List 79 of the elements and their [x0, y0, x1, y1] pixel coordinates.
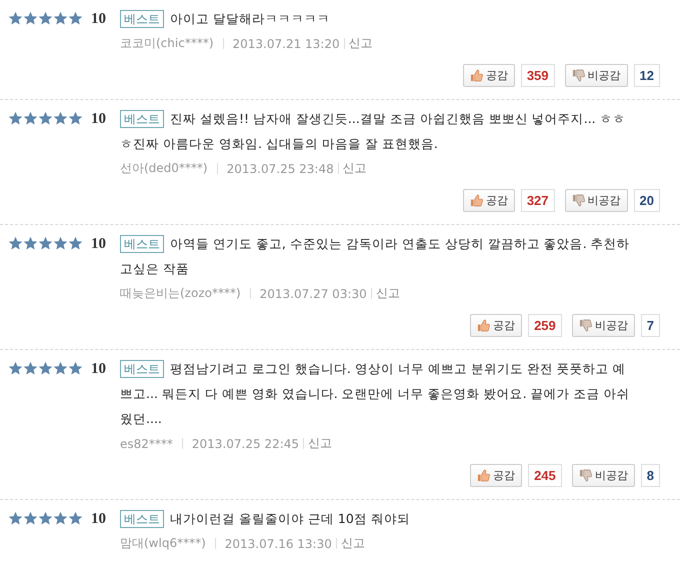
review-text: 베스트 내가이런걸 올릴줄이야 근데 10점 줘야되 — [120, 506, 660, 531]
star-icon — [8, 11, 23, 26]
star-icon — [23, 236, 38, 251]
score: 10 — [91, 361, 106, 377]
thumbs-up-icon — [470, 194, 483, 207]
review-date: 2013.07.16 13:30 — [224, 536, 332, 550]
thumbs-down-icon — [572, 194, 585, 207]
star-icon — [8, 236, 23, 251]
score: 10 — [91, 511, 106, 527]
dislike-button[interactable]: 비공감 — [564, 189, 628, 212]
review-date: 2013.07.21 13:20 — [232, 36, 340, 50]
best-badge: 베스트 — [120, 235, 164, 253]
like-count: 327 — [520, 189, 555, 212]
star-icon — [8, 361, 23, 376]
star-icon — [38, 11, 53, 26]
review-text: 베스트 아이고 달달해라ㅋㅋㅋㅋㅋ — [120, 6, 660, 31]
report-link[interactable]: 신고 — [348, 35, 373, 52]
star-icon — [68, 111, 83, 126]
star-icon — [38, 511, 53, 526]
like-button[interactable]: 공감 — [470, 314, 522, 337]
review-date: 2013.07.25 22:45 — [192, 436, 300, 450]
author-name: 때늦은비는(zozo****) — [120, 285, 241, 302]
best-badge: 베스트 — [120, 510, 164, 528]
star-icon — [23, 111, 38, 126]
review-text: 베스트 진짜 설렜음!! 남자애 잘생긴듯...결말 조금 아쉽긴했음 뽀뽀신 넣어주지... ㅎㅎㅎ진짜 아름다운 영화임. 십대들의 마음을 잘 표현했음. — [120, 109, 627, 153]
star-icon — [53, 111, 68, 126]
star-icon — [53, 236, 68, 251]
star-icon — [53, 11, 68, 26]
review-text: 베스트 아역들 연기도 좋고, 수준있는 감독이라 연출도 상당히 깔끔하고 좋았음. 추천하고싶은 작품 — [120, 234, 631, 278]
like-count: 359 — [520, 64, 555, 87]
star-icon — [68, 236, 83, 251]
thumbs-down-icon — [578, 319, 592, 332]
star-icon — [38, 236, 53, 251]
dislike-button[interactable]: 비공감 — [572, 314, 635, 337]
star-icon — [23, 11, 38, 26]
star-icon — [23, 511, 38, 526]
star-icon — [68, 511, 83, 526]
star-icon — [23, 361, 38, 376]
star-icon — [8, 511, 23, 526]
thumbs-up-icon — [470, 69, 483, 82]
review-date: 2013.07.25 23:48 — [226, 162, 334, 176]
star-icon — [38, 361, 53, 376]
score: 10 — [91, 236, 106, 252]
star-icon — [53, 511, 68, 526]
star-icon — [53, 361, 68, 376]
report-link[interactable]: 신고 — [308, 435, 332, 452]
dislike-count: 7 — [640, 314, 660, 337]
thumbs-up-icon — [477, 469, 490, 482]
like-button[interactable]: 공감 — [462, 189, 515, 212]
review-text: 베스트 평점남기려고 로그인 했습니다. 영상이 너무 예쁘고 분위기도 완전 풋풋하고 예쁘고... 뭐든지 다 예쁜 영화 였습니다. 오랜만에 너무 좋은영화 봤어요. 끝에가 조금 아쉬웠던.... — [120, 359, 631, 428]
best-badge: 베스트 — [120, 10, 164, 28]
best-badge: 베스트 — [120, 360, 164, 378]
star-icon — [68, 11, 83, 26]
author-name: 선아(ded0****) — [120, 160, 208, 177]
score: 10 — [91, 11, 106, 27]
like-count: 245 — [528, 464, 562, 487]
report-link[interactable]: 신고 — [340, 535, 365, 552]
thumbs-up-icon — [477, 319, 490, 332]
like-button[interactable]: 공감 — [462, 64, 515, 87]
dislike-button[interactable]: 비공감 — [564, 64, 628, 87]
author-name: 코코미(chic****) — [120, 35, 214, 52]
report-link[interactable]: 신고 — [342, 160, 367, 177]
like-count: 259 — [528, 314, 562, 337]
star-icon — [38, 111, 53, 126]
star-icon — [8, 111, 23, 126]
dislike-button[interactable]: 비공감 — [572, 464, 635, 487]
best-badge: 베스트 — [120, 110, 164, 128]
review-date: 2013.07.27 03:30 — [260, 286, 367, 300]
author-name: es82**** — [120, 436, 173, 450]
thumbs-down-icon — [572, 69, 585, 82]
author-name: 맘대(wlq6****) — [120, 535, 206, 552]
like-button[interactable]: 공감 — [470, 464, 522, 487]
report-link[interactable]: 신고 — [376, 285, 400, 302]
thumbs-down-icon — [578, 469, 592, 482]
dislike-count: 12 — [634, 64, 660, 87]
score: 10 — [91, 111, 106, 127]
dislike-count: 20 — [634, 189, 660, 212]
star-icon — [68, 361, 83, 376]
dislike-count: 8 — [640, 464, 660, 487]
